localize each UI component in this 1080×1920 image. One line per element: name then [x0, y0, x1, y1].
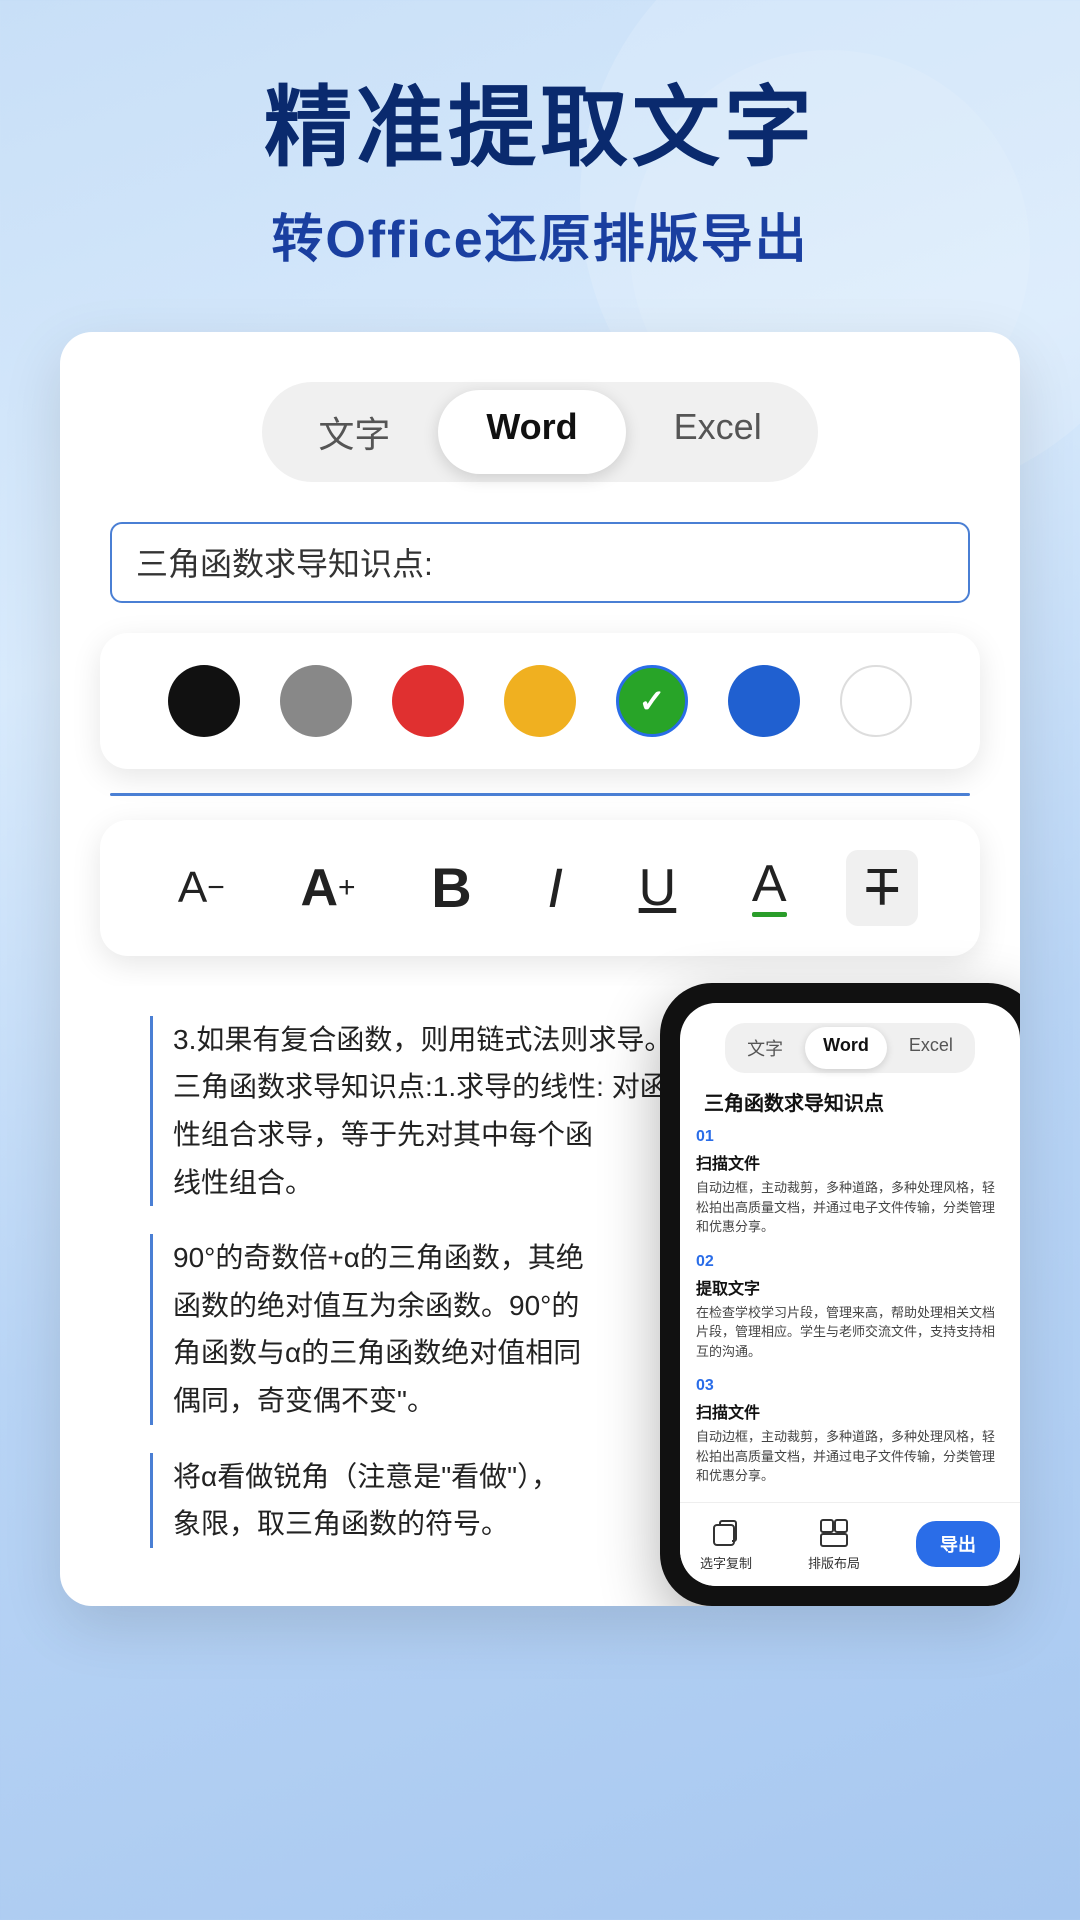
copy-icon	[710, 1517, 742, 1549]
phone-tab-text[interactable]: 文字	[729, 1027, 801, 1069]
hero-title: 精准提取文字	[60, 80, 1020, 177]
strikethrough-button[interactable]: T	[846, 850, 918, 926]
font-color-button[interactable]: A	[736, 850, 803, 925]
font-size-decrease-button[interactable]: A−	[162, 858, 241, 918]
phone-layout-button[interactable]: 排版布局	[808, 1517, 860, 1572]
phone-mockup: 文字 Word Excel 三角函数求导知识点 01 扫描文件 自动边框，主动裁…	[660, 983, 1020, 1606]
main-card: 文字 Word Excel ✓ A− A+	[60, 332, 1020, 1606]
selected-checkmark: ✓	[639, 682, 666, 720]
color-picker-card: ✓	[100, 633, 980, 769]
phone-section-1-body: 自动边框，主动裁剪，多种道路，多种处理风格，轻松拍出高质量文档，并通过电子文件传…	[696, 1178, 1004, 1237]
bold-button[interactable]: B	[415, 852, 487, 924]
phone-select-copy-button[interactable]: 选字复制	[700, 1517, 752, 1572]
phone-section-2-body: 在检查学校学习片段，管理来高，帮助处理相关文档片段，管理相应。学生与老师交流文件…	[696, 1303, 1004, 1362]
phone-section-3-title: 扫描文件	[696, 1399, 1004, 1423]
phone-section-2-title: 提取文字	[696, 1275, 1004, 1299]
phone-section-2: 02 提取文字 在检查学校学习片段，管理来高，帮助处理相关文档片段，管理相应。学…	[696, 1253, 1004, 1362]
phone-tab-word[interactable]: Word	[805, 1027, 887, 1069]
phone-section-1-num: 01	[696, 1128, 1004, 1146]
color-blue[interactable]	[728, 665, 800, 737]
phone-mockup-wrapper: 文字 Word Excel 三角函数求导知识点 01 扫描文件 自动边框，主动裁…	[660, 983, 1020, 1606]
tab-word[interactable]: Word	[438, 390, 625, 474]
phone-doc-title: 三角函数求导知识点	[696, 1087, 1004, 1116]
blue-divider	[110, 793, 970, 796]
phone-tab-container: 文字 Word Excel	[725, 1023, 975, 1073]
phone-layout-label: 排版布局	[808, 1553, 860, 1572]
color-black[interactable]	[168, 665, 240, 737]
color-white[interactable]	[840, 665, 912, 737]
color-yellow[interactable]	[504, 665, 576, 737]
color-green[interactable]: ✓	[616, 665, 688, 737]
italic-button[interactable]: I	[531, 852, 579, 924]
text-input[interactable]	[110, 522, 970, 603]
tab-container: 文字 Word Excel	[262, 382, 817, 482]
phone-section-2-num: 02	[696, 1253, 1004, 1271]
font-size-increase-button[interactable]: A+	[284, 854, 371, 922]
hero-subtitle: 转Office还原排版导出	[60, 197, 1020, 272]
phone-section-3-num: 03	[696, 1377, 1004, 1395]
color-red[interactable]	[392, 665, 464, 737]
font-style-card: A− A+ B I U A T	[100, 820, 980, 956]
phone-section-1-title: 扫描文件	[696, 1150, 1004, 1174]
phone-section-3: 03 扫描文件 自动边框，主动裁剪，多种道路，多种处理风格，轻松拍出高质量文档，…	[696, 1377, 1004, 1486]
tab-text[interactable]: 文字	[270, 390, 438, 474]
color-gray[interactable]	[280, 665, 352, 737]
phone-screen: 文字 Word Excel 三角函数求导知识点 01 扫描文件 自动边框，主动裁…	[680, 1003, 1020, 1586]
phone-tab-excel[interactable]: Excel	[891, 1027, 971, 1069]
phone-section-1: 01 扫描文件 自动边框，主动裁剪，多种道路，多种处理风格，轻松拍出高质量文档，…	[696, 1128, 1004, 1237]
phone-section-3-body: 自动边框，主动裁剪，多种道路，多种处理风格，轻松拍出高质量文档，并通过电子文件传…	[696, 1427, 1004, 1486]
phone-export-button[interactable]: 导出	[916, 1521, 1000, 1567]
phone-bottom-bar: 选字复制 排版布局 导出	[680, 1502, 1020, 1586]
layout-icon	[818, 1517, 850, 1549]
phone-select-copy-label: 选字复制	[700, 1553, 752, 1572]
underline-button[interactable]: U	[623, 854, 693, 922]
tab-excel[interactable]: Excel	[626, 390, 810, 474]
font-color-underline	[752, 912, 787, 917]
